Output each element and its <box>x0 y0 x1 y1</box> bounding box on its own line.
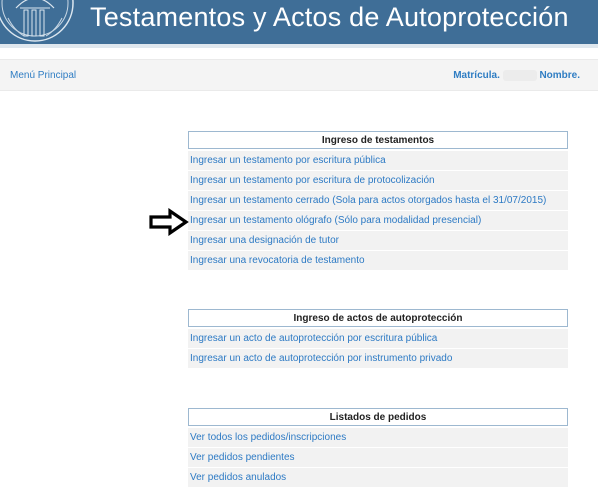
link-testamento-protocolizacion[interactable]: Ingresar un testamento por escritura de … <box>188 171 568 190</box>
listados-section: Listados de pedidos Ver todos los pedido… <box>188 408 568 487</box>
section-title: Ingreso de testamentos <box>188 131 568 149</box>
link-ver-todos-pedidos[interactable]: Ver todos los pedidos/inscripciones <box>188 428 568 447</box>
main-menu-link[interactable]: Menú Principal <box>10 70 76 81</box>
nombre-label: Nombre. <box>539 70 580 82</box>
link-revocatoria-testamento[interactable]: Ingresar una revocatoria de testamento <box>188 251 568 270</box>
nav-bar: Menú Principal Matrícula. Nombre. <box>0 59 598 91</box>
section-title: Ingreso de actos de autoprotección <box>188 309 568 327</box>
section-title: Listados de pedidos <box>188 408 568 426</box>
user-info: Matrícula. Nombre. <box>453 70 580 81</box>
page-title: Testamentos y Actos de Autoprotección <box>90 2 569 32</box>
link-testamento-olografo[interactable]: Ingresar un testamento ológrafo (Sólo pa… <box>188 211 568 230</box>
seal-logo-icon <box>0 0 74 42</box>
testamentos-section: Ingreso de testamentos Ingresar un testa… <box>188 131 568 270</box>
pointer-arrow-icon <box>149 208 189 236</box>
header-divider <box>0 44 598 48</box>
link-testamento-escritura-publica[interactable]: Ingresar un testamento por escritura púb… <box>188 151 568 170</box>
link-designacion-tutor[interactable]: Ingresar una designación de tutor <box>188 231 568 250</box>
matricula-label: Matrícula. <box>453 70 500 82</box>
redacted-value <box>502 70 537 81</box>
autoproteccion-section: Ingreso de actos de autoprotección Ingre… <box>188 309 568 368</box>
link-autoproteccion-instrumento-privado[interactable]: Ingresar un acto de autoprotección por i… <box>188 349 568 368</box>
link-ver-anulados[interactable]: Ver pedidos anulados <box>188 468 568 487</box>
link-testamento-cerrado[interactable]: Ingresar un testamento cerrado (Sola par… <box>188 191 568 210</box>
link-autoproteccion-escritura[interactable]: Ingresar un acto de autoprotección por e… <box>188 329 568 348</box>
app-header: Testamentos y Actos de Autoprotección <box>0 0 598 44</box>
link-ver-pendientes[interactable]: Ver pedidos pendientes <box>188 448 568 467</box>
